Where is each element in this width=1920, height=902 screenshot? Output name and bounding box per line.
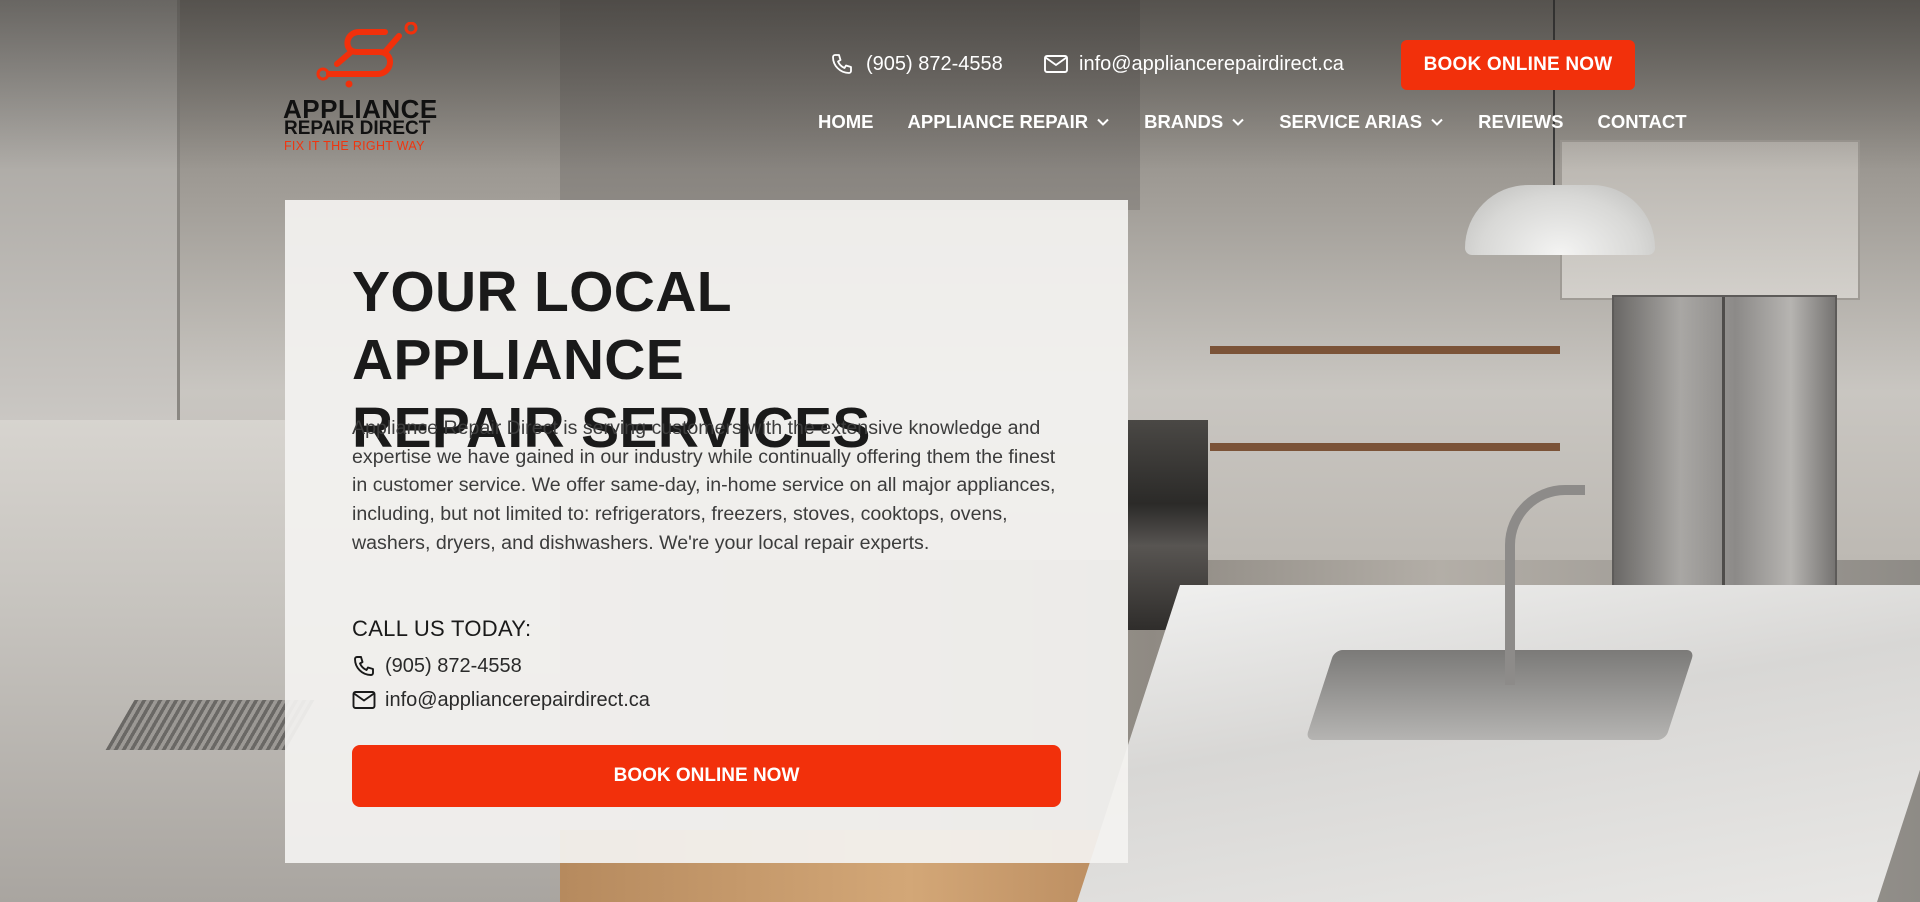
nav-item-label: REVIEWS bbox=[1478, 111, 1564, 132]
nav-item-home[interactable]: HOME bbox=[818, 111, 874, 133]
mail-icon bbox=[1043, 52, 1069, 76]
header-phone-text: (905) 872-4558 bbox=[866, 52, 1003, 75]
phone-icon bbox=[352, 654, 376, 678]
nav-item-appliance-repair[interactable]: APPLIANCE REPAIR bbox=[908, 111, 1111, 133]
header-book-online-button[interactable]: BOOK ONLINE NOW bbox=[1401, 40, 1635, 90]
header-email-link[interactable]: info@appliancerepairdirect.ca bbox=[1043, 52, 1344, 76]
logo-mark-icon bbox=[316, 22, 418, 88]
header-phone-link[interactable]: (905) 872-4558 bbox=[830, 52, 1003, 76]
hero-email-link[interactable]: info@appliancerepairdirect.ca bbox=[352, 688, 650, 712]
hero-book-online-button[interactable]: BOOK ONLINE NOW bbox=[352, 745, 1061, 807]
hero-card: YOUR LOCAL APPLIANCE REPAIR SERVICES App… bbox=[285, 200, 1128, 863]
nav-item-service-arias[interactable]: SERVICE ARIAS bbox=[1279, 111, 1444, 133]
nav-item-contact[interactable]: CONTACT bbox=[1597, 111, 1686, 133]
nav-item-label: CONTACT bbox=[1597, 111, 1687, 132]
hero-description: Appliance Repair Direct is serving custo… bbox=[352, 417, 1056, 554]
logo-text-line2: REPAIR DIRECT bbox=[284, 118, 431, 139]
nav-item-reviews[interactable]: REVIEWS bbox=[1478, 111, 1563, 133]
chevron-down-icon bbox=[1431, 118, 1443, 126]
nav-item-label: SERVICE ARIAS bbox=[1279, 111, 1423, 132]
nav-item-label: BRANDS bbox=[1144, 111, 1224, 132]
nav-item-label: HOME bbox=[818, 111, 874, 132]
hero-email-text: info@appliancerepairdirect.ca bbox=[385, 688, 650, 711]
phone-icon bbox=[830, 52, 856, 76]
main-nav: HOME APPLIANCE REPAIR BRANDS SERVICE ARI… bbox=[818, 111, 1687, 133]
site-logo[interactable]: APPLIANCE REPAIR DIRECT FIX IT THE RIGHT… bbox=[283, 22, 443, 156]
hero-phone-link[interactable]: (905) 872-4558 bbox=[352, 654, 522, 678]
mail-icon bbox=[352, 688, 376, 712]
nav-item-label: APPLIANCE REPAIR bbox=[907, 111, 1089, 132]
hero-title-line1: YOUR LOCAL APPLIANCE bbox=[352, 260, 731, 392]
chevron-down-icon bbox=[1097, 118, 1109, 126]
call-us-heading: CALL US TODAY: bbox=[352, 616, 532, 641]
hero-phone-text: (905) 872-4558 bbox=[385, 654, 522, 677]
logo-tagline: FIX IT THE RIGHT WAY bbox=[284, 139, 425, 153]
chevron-down-icon bbox=[1232, 118, 1244, 126]
nav-item-brands[interactable]: BRANDS bbox=[1144, 111, 1245, 133]
header-email-text: info@appliancerepairdirect.ca bbox=[1079, 52, 1344, 75]
